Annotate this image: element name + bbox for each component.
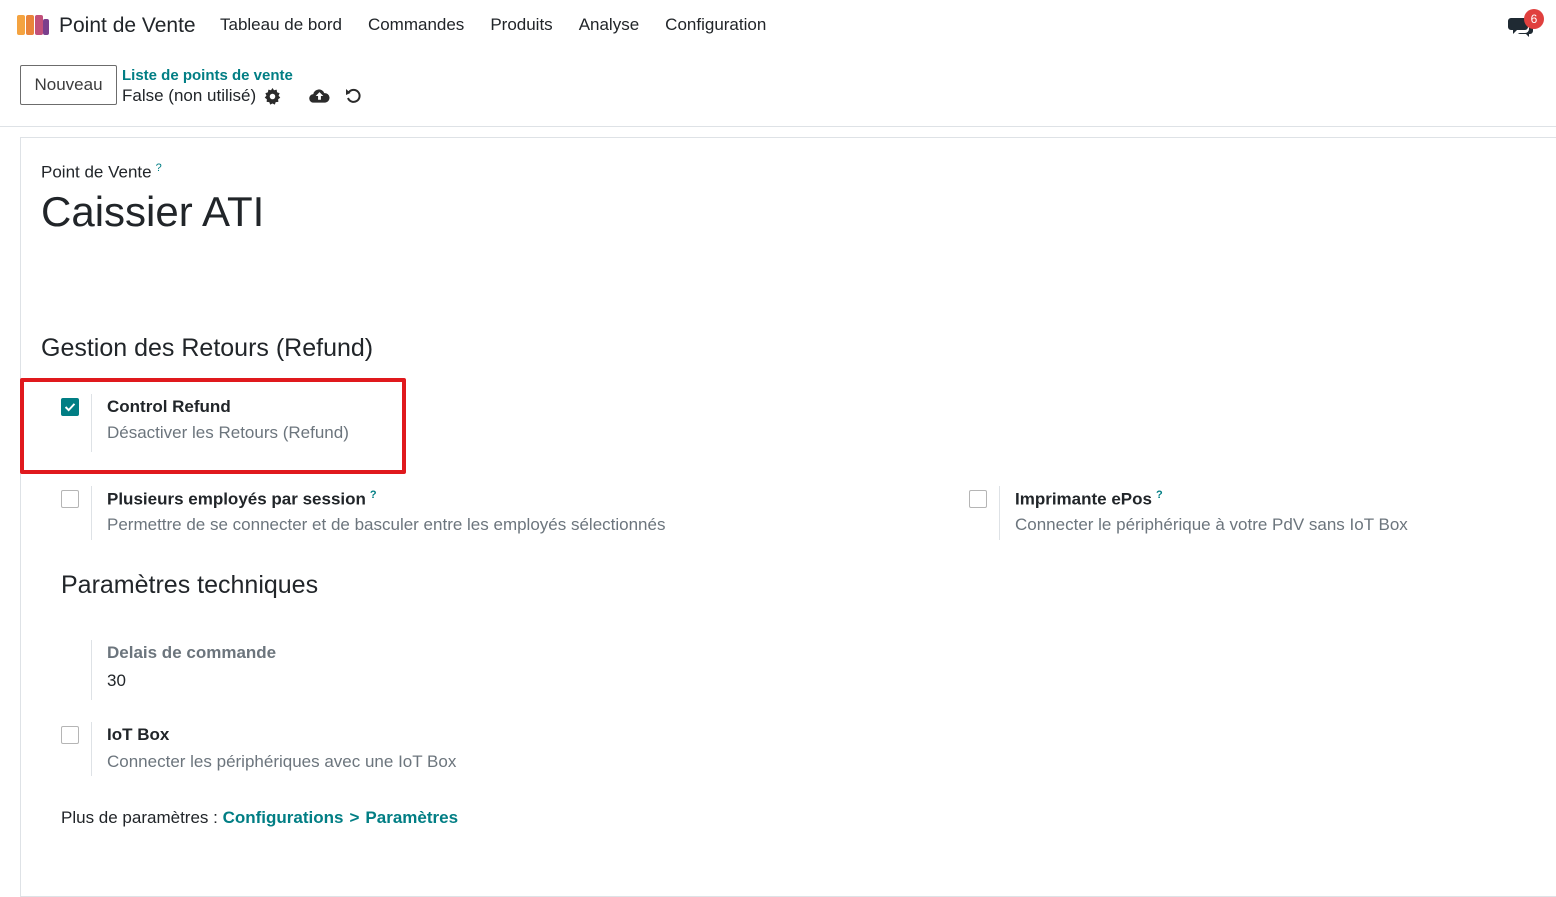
discard-icon[interactable] [345, 87, 362, 104]
multi-employees-label-text: Plusieurs employés par session [107, 489, 366, 509]
menu-produits[interactable]: Produits [490, 15, 552, 35]
parametres-link[interactable]: Paramètres [365, 808, 458, 827]
help-icon[interactable]: ? [1156, 489, 1163, 501]
gear-icon[interactable] [264, 88, 281, 105]
more-settings-line: Plus de paramètres : Configurations > Para… [61, 808, 458, 828]
help-icon[interactable]: ? [370, 489, 377, 501]
order-delay-input[interactable]: 30 [107, 671, 126, 691]
iot-box-description: Connecter les périphériques avec une IoT… [107, 752, 457, 771]
multi-employees-description: Permettre de se connecter et de basculer… [107, 515, 666, 534]
setting-divider [91, 486, 92, 540]
pos-field-label-text: Point de Vente [41, 162, 152, 182]
breadcrumb-pos-list[interactable]: Liste de points de vente [122, 67, 293, 84]
section-refund-heading: Gestion des Retours (Refund) [41, 334, 374, 362]
footer-separator: > [349, 808, 360, 827]
control-panel-divider [0, 126, 1556, 127]
iot-box-checkbox[interactable] [61, 726, 79, 744]
configurations-link[interactable]: Configurations [223, 808, 344, 827]
cloud-upload-icon[interactable] [309, 87, 330, 104]
setting-divider [91, 722, 92, 776]
record-name: False (non utilisé) [122, 86, 257, 105]
main-menu: Tableau de bord Commandes Produits Analy… [220, 15, 792, 35]
multi-employees-checkbox[interactable] [61, 490, 79, 508]
menu-tableau-de-bord[interactable]: Tableau de bord [220, 15, 342, 35]
section-tech-heading: Paramètres techniques [61, 571, 319, 599]
menu-analyse[interactable]: Analyse [579, 15, 639, 35]
iot-box-label: IoT Box [107, 725, 170, 744]
menu-commandes[interactable]: Commandes [368, 15, 464, 35]
top-navbar: Point de Vente Tableau de bord Commandes… [0, 0, 1556, 52]
new-button[interactable]: Nouveau [20, 65, 117, 105]
help-icon[interactable]: ? [156, 162, 162, 174]
pos-name-title[interactable]: Caissier ATI [41, 188, 264, 236]
pos-field-label: Point de Vente? [41, 162, 162, 183]
epos-printer-label-text: Imprimante ePos [1015, 489, 1152, 509]
menu-configuration[interactable]: Configuration [665, 15, 766, 35]
more-settings-prefix: Plus de paramètres : [61, 808, 218, 827]
setting-divider [999, 486, 1000, 540]
app-name[interactable]: Point de Vente [59, 14, 196, 38]
setting-divider [91, 640, 92, 700]
highlight-annotation [20, 378, 406, 474]
message-count-badge: 6 [1524, 9, 1544, 29]
epos-printer-description: Connecter le périphérique à votre PdV sa… [1015, 515, 1408, 534]
epos-printer-checkbox[interactable] [969, 490, 987, 508]
order-delay-label: Delais de commande [107, 643, 277, 662]
pos-app-icon[interactable] [16, 13, 50, 37]
epos-printer-label: Imprimante ePos? [1015, 489, 1163, 510]
multi-employees-label: Plusieurs employés par session? [107, 489, 377, 510]
